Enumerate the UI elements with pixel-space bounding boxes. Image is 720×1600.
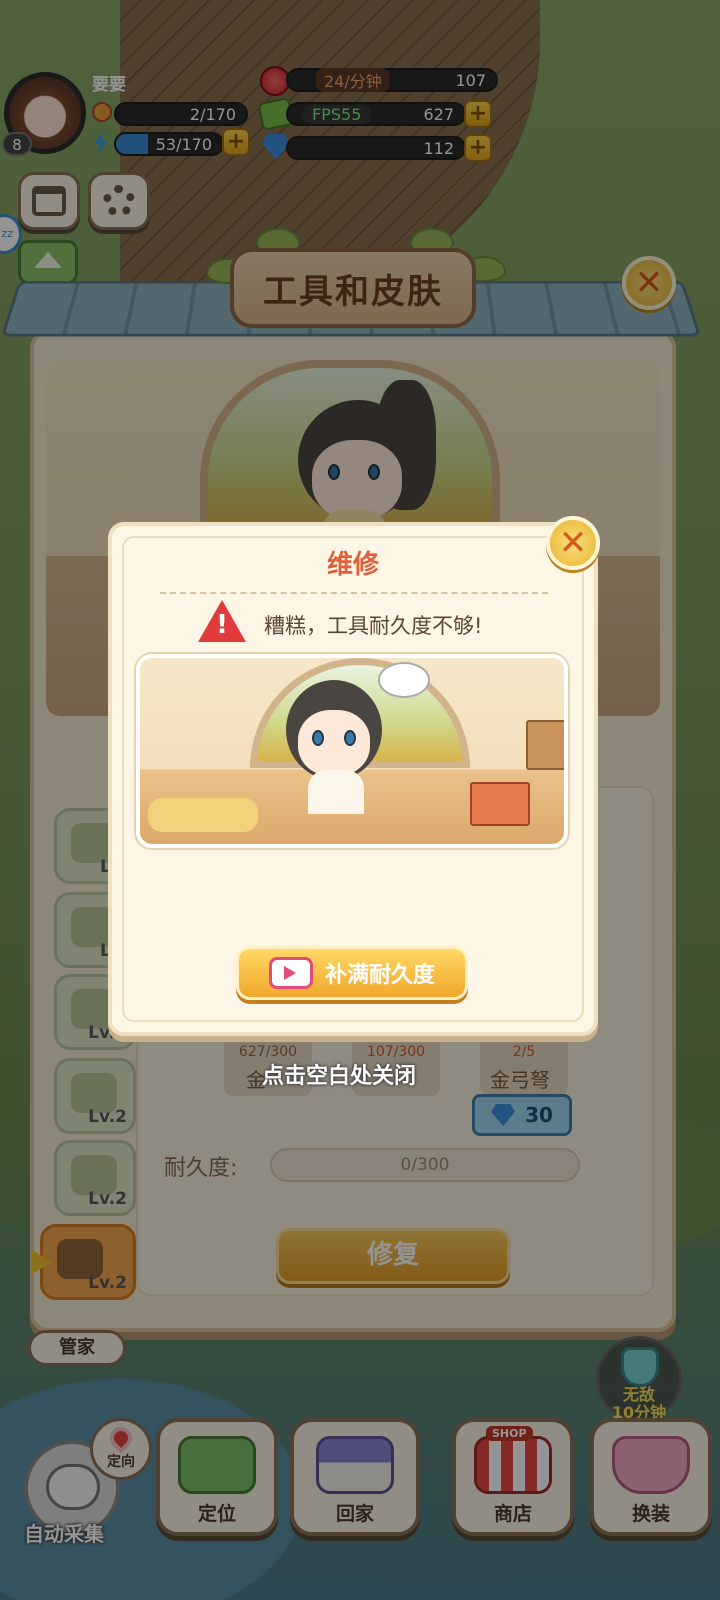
video-camera-icon bbox=[268, 957, 313, 989]
scene-character-face bbox=[298, 710, 370, 776]
popup-title: 维修 bbox=[326, 550, 379, 580]
dismiss-hint[interactable]: 点击空白处关闭 bbox=[262, 1058, 416, 1090]
scene-character-eye bbox=[312, 730, 324, 746]
thought-bubble bbox=[378, 662, 430, 698]
warning-text: 糟糕，工具耐久度不够! bbox=[264, 614, 483, 638]
crate bbox=[526, 720, 564, 770]
repair-scene-illustration bbox=[136, 654, 568, 848]
refill-durability-button[interactable]: 补满耐久度 bbox=[236, 946, 468, 1000]
scene-character-eye bbox=[344, 730, 356, 746]
popup-divider bbox=[160, 592, 548, 594]
tools-pile bbox=[148, 798, 258, 832]
scene-character-dress bbox=[308, 770, 364, 814]
refill-label: 补满耐久度 bbox=[324, 963, 435, 988]
toolbox bbox=[470, 782, 530, 826]
